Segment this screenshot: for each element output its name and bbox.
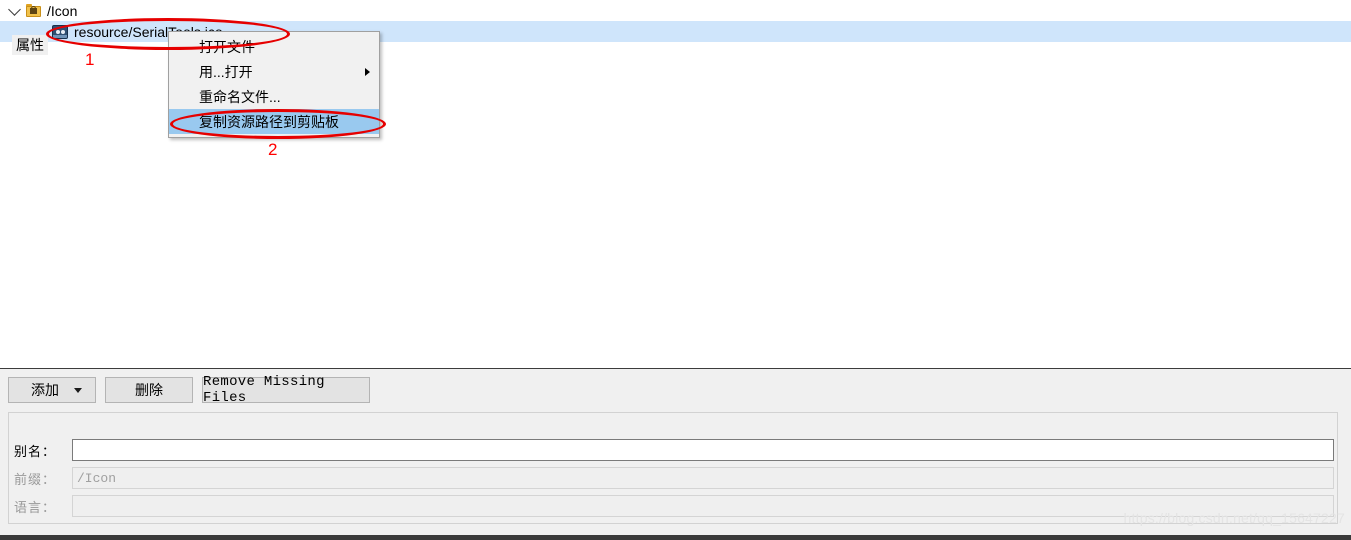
menu-item-label: 重命名文件... [199, 88, 281, 105]
menu-item-open-with[interactable]: 用...打开 [169, 59, 379, 84]
add-button-label: 添加 [31, 382, 59, 398]
menu-item-copy-resource-path[interactable]: 复制资源路径到剪贴板 [169, 109, 379, 134]
properties-group-title: 属性 [12, 35, 48, 55]
menu-item-label: 复制资源路径到剪贴板 [199, 113, 339, 130]
remove-missing-files-label: Remove Missing Files [203, 374, 325, 406]
prefix-field-label: 前缀： [14, 471, 57, 487]
menu-item-open-file[interactable]: 打开文件 [169, 34, 379, 59]
context-menu[interactable]: 打开文件 用...打开 重命名文件... 复制资源路径到剪贴板 [168, 31, 380, 138]
delete-button-label: 删除 [135, 382, 163, 398]
prefix-field-row: 前缀： /Icon [14, 467, 1334, 489]
delete-button[interactable]: 删除 [105, 377, 193, 403]
annotation-number-step2: 2 [268, 140, 278, 159]
watermark: https://blog.csdn.net/qq_15647227 [1123, 510, 1345, 526]
ico-file-icon [52, 24, 68, 39]
menu-item-label: 用...打开 [199, 63, 253, 80]
menu-item-rename-file[interactable]: 重命名文件... [169, 84, 379, 109]
add-button[interactable]: 添加 [8, 377, 96, 403]
remove-missing-files-button[interactable]: Remove Missing Files [202, 374, 370, 406]
prefix-input: /Icon [72, 467, 1334, 489]
toolbar: 添加 删除 Remove Missing Files [8, 374, 370, 406]
window-bottom-bar [0, 535, 1351, 540]
alias-field-row: 别名： [14, 439, 1334, 461]
tree-item-label-prefix: /Icon [47, 2, 78, 19]
alias-field-label: 别名： [14, 443, 57, 459]
tree-row-prefix[interactable]: /Icon [0, 0, 1351, 21]
language-field-label: 语言： [14, 499, 57, 515]
expander-collapse-icon[interactable] [6, 2, 22, 19]
chevron-right-icon [365, 67, 370, 76]
annotation-number-step1: 1 [85, 50, 95, 69]
locked-folder-icon [26, 4, 41, 17]
menu-item-label: 打开文件 [199, 38, 255, 55]
alias-input[interactable] [72, 439, 1334, 461]
chevron-down-icon[interactable] [74, 387, 82, 393]
